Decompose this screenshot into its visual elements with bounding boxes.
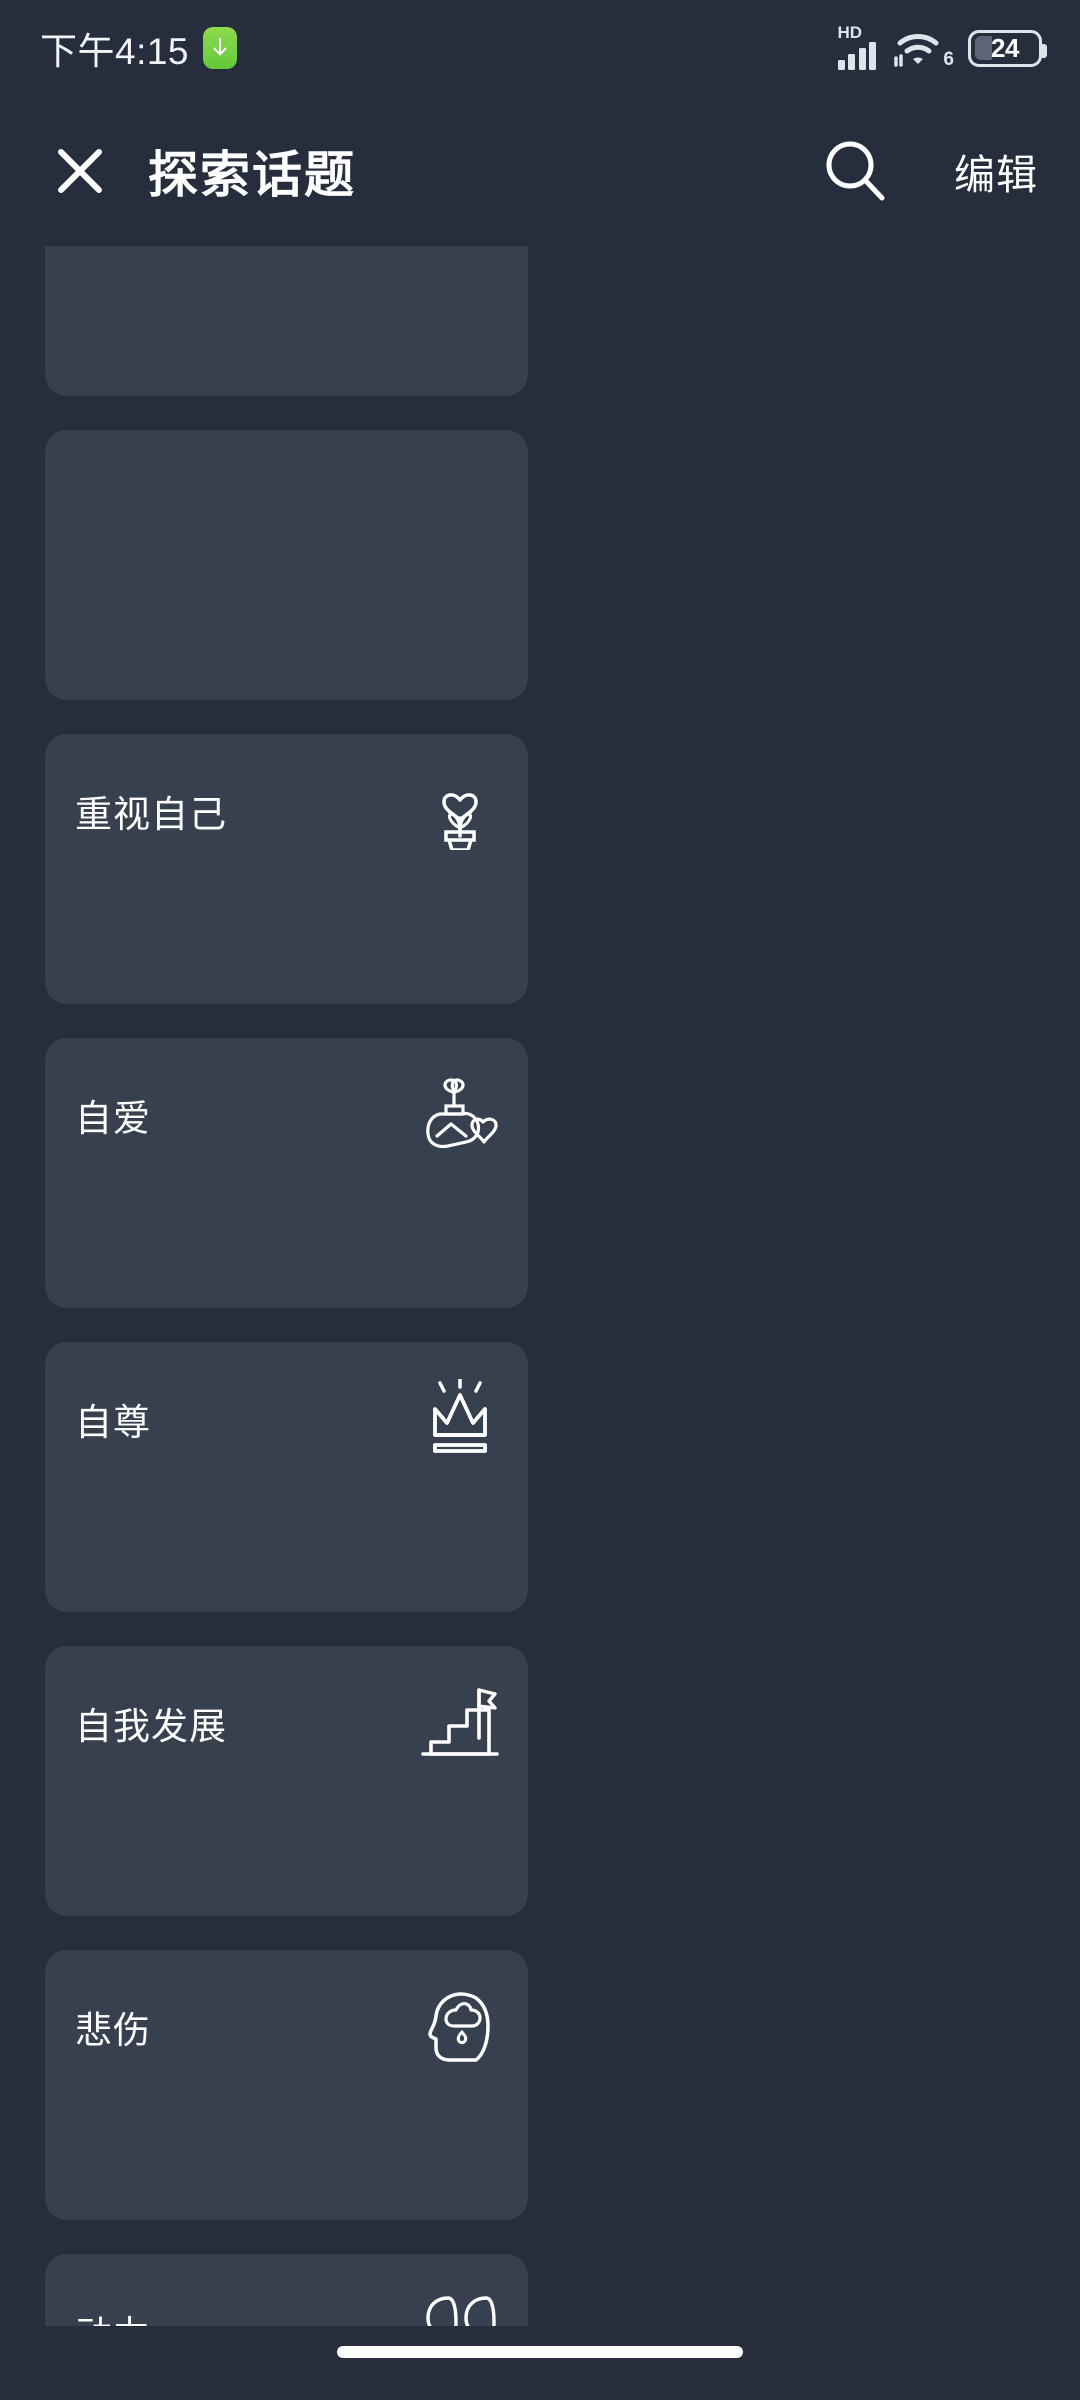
wifi-icon: 6 bbox=[894, 28, 954, 70]
status-bar-left: 下午4:15 bbox=[40, 21, 238, 75]
stairs-flag-icon bbox=[418, 1680, 502, 1764]
status-bar-right: HD 6 24 bbox=[837, 23, 1047, 70]
wifi-generation-label: 6 bbox=[943, 49, 954, 70]
hands-sprout-heart-icon bbox=[418, 1072, 502, 1156]
topic-card[interactable] bbox=[45, 430, 528, 700]
app-screen: 下午4:15 HD 6 24 探索话题 编辑 重视自己 自爱 自尊 自我发展 悲… bbox=[0, 0, 1080, 2400]
topic-label: 自我发展 bbox=[75, 1706, 227, 1747]
topic-label: 悲伤 bbox=[75, 2010, 151, 2051]
topic-card[interactable] bbox=[45, 246, 528, 396]
topic-card[interactable]: 自尊 bbox=[45, 1342, 528, 1612]
close-x-icon bbox=[58, 149, 102, 193]
topic-card[interactable]: 悲伤 bbox=[45, 1950, 528, 2220]
edit-button[interactable]: 编辑 bbox=[954, 141, 1038, 201]
download-arrow-icon bbox=[203, 27, 238, 69]
topics-scroll-area[interactable]: 重视自己 自爱 自尊 自我发展 悲伤 bbox=[0, 246, 1080, 2326]
topic-card[interactable]: 自爱 bbox=[45, 1038, 528, 1308]
topic-label: 重视自己 bbox=[75, 794, 227, 835]
crown-icon bbox=[418, 1376, 502, 1460]
topic-card[interactable]: 动力 bbox=[45, 2254, 528, 2326]
topic-card[interactable]: 重视自己 bbox=[45, 734, 528, 1004]
page-title: 探索话题 bbox=[148, 147, 356, 203]
battery-percent: 24 bbox=[991, 32, 1019, 63]
signal-bars bbox=[837, 42, 876, 70]
app-header: 探索话题 编辑 bbox=[0, 96, 1080, 246]
search-button[interactable] bbox=[814, 129, 898, 213]
topics-grid: 重视自己 自爱 自尊 自我发展 悲伤 bbox=[0, 246, 1080, 2326]
potted-heart-plant-icon bbox=[418, 768, 502, 852]
topic-label: 动力 bbox=[75, 2304, 151, 2326]
quotation-marks-icon bbox=[418, 2288, 502, 2326]
blank-icon bbox=[418, 464, 502, 548]
close-button[interactable] bbox=[44, 135, 116, 207]
status-time: 下午4:15 bbox=[40, 31, 190, 72]
topic-card[interactable]: 自我发展 bbox=[45, 1646, 528, 1916]
topic-label: 自爱 bbox=[75, 1098, 151, 1139]
battery-icon: 24 bbox=[968, 29, 1047, 67]
status-bar: 下午4:15 HD 6 24 bbox=[0, 0, 1080, 96]
cellular-signal-icon: HD bbox=[837, 23, 876, 70]
search-icon bbox=[826, 141, 885, 201]
home-indicator[interactable] bbox=[337, 2346, 743, 2358]
topic-label: 自尊 bbox=[75, 1402, 151, 1443]
head-rain-cloud-icon bbox=[418, 1984, 502, 2068]
hd-label: HD bbox=[837, 23, 863, 42]
